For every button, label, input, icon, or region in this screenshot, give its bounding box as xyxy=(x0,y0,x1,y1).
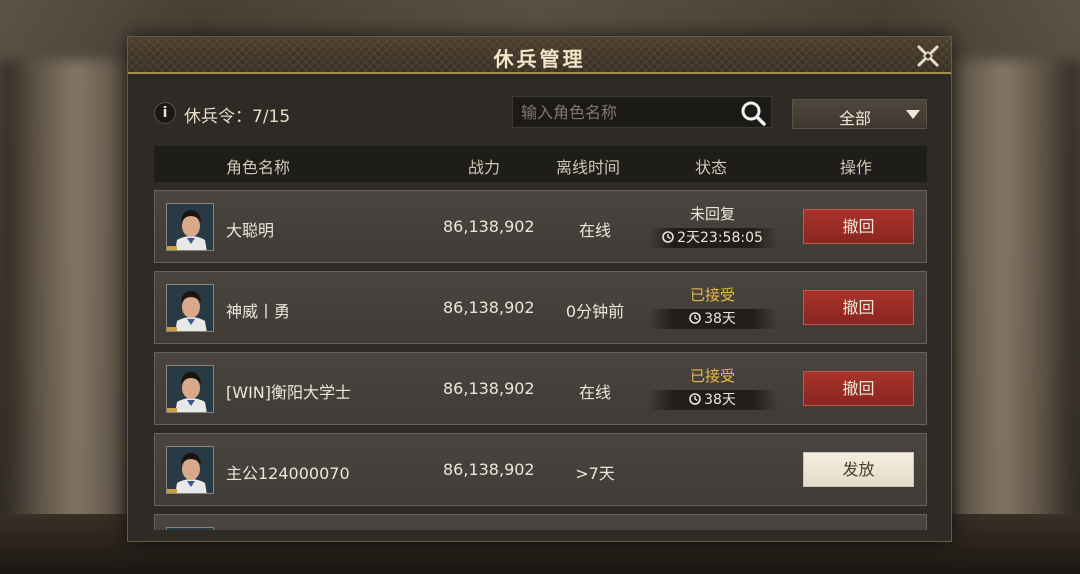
filter-dropdown[interactable]: 全部 xyxy=(792,99,927,129)
search-icon[interactable] xyxy=(739,99,767,127)
player-name: [WIN]衡阳大学士 xyxy=(226,383,351,402)
search-input[interactable] xyxy=(513,97,737,127)
status-timer: 38天 xyxy=(647,309,778,329)
player-power: 86,138,902 xyxy=(443,217,535,236)
player-name: 大聪明 xyxy=(226,221,275,240)
clock-icon xyxy=(689,393,701,405)
background-pillar-left xyxy=(0,60,128,530)
status-text: 已接受 xyxy=(689,286,735,304)
status-cell: 未回复 2天23:58:05 xyxy=(645,203,780,248)
timer-value: 2天23:58:05 xyxy=(677,230,763,246)
player-power: 86,138,902 xyxy=(443,460,535,479)
search-box xyxy=(512,96,772,128)
player-name: 神威丨勇 xyxy=(226,302,291,321)
truce-management-dialog: 休兵管理 i 休兵令：7/15 全部 角色名称 战力 离 xyxy=(127,36,952,542)
chevron-down-icon xyxy=(906,110,920,119)
timer-value: 38天 xyxy=(704,311,736,327)
player-list[interactable]: 大聪明 86,138,902 在线 未回复 2天23:58:05 撤回 神威丨勇… xyxy=(154,190,927,530)
header-action: 操作 xyxy=(840,158,873,177)
table-row: [WIN]衡阳大学士 86,138,902 在线 已接受 38天 撤回 xyxy=(154,352,927,425)
header-name: 角色名称 xyxy=(226,158,291,177)
player-name: 主公124000070 xyxy=(226,464,350,483)
close-icon[interactable] xyxy=(915,43,941,69)
header-power: 战力 xyxy=(468,158,501,177)
table-row: 神威丨勇 86,138,902 0分钟前 已接受 38天 撤回 xyxy=(154,271,927,344)
avatar xyxy=(166,446,214,494)
status-timer: 38天 xyxy=(647,390,778,410)
issue-button[interactable]: 发放 xyxy=(803,452,914,487)
table-header: 角色名称 战力 离线时间 状态 操作 xyxy=(154,146,927,182)
table-row xyxy=(154,514,927,530)
avatar xyxy=(166,284,214,332)
timer-value: 38天 xyxy=(704,392,736,408)
recall-button[interactable]: 撤回 xyxy=(803,371,914,406)
background-pillar-right xyxy=(952,60,1080,530)
recall-button[interactable]: 撤回 xyxy=(803,290,914,325)
avatar xyxy=(166,527,214,530)
avatar xyxy=(166,365,214,413)
offline-time: >7天 xyxy=(575,464,615,483)
status-text: 已接受 xyxy=(689,367,735,385)
table-row: 主公124000070 86,138,902 >7天 发放 xyxy=(154,433,927,506)
status-text: 未回复 xyxy=(689,205,735,223)
avatar xyxy=(166,203,214,251)
recall-button[interactable]: 撤回 xyxy=(803,209,914,244)
header-offline-time: 离线时间 xyxy=(556,158,621,177)
dialog-titlebar: 休兵管理 xyxy=(128,37,951,74)
player-power: 86,138,902 xyxy=(443,298,535,317)
offline-time: 0分钟前 xyxy=(565,302,625,321)
filter-value: 全部 xyxy=(839,109,872,128)
toolbar: i 休兵令：7/15 全部 xyxy=(128,74,951,144)
status-cell: 已接受 38天 xyxy=(645,284,780,329)
offline-time: 在线 xyxy=(578,383,611,402)
clock-icon xyxy=(689,312,701,324)
dialog-title: 休兵管理 xyxy=(493,47,586,71)
table-row: 大聪明 86,138,902 在线 未回复 2天23:58:05 撤回 xyxy=(154,190,927,263)
status-timer: 2天23:58:05 xyxy=(647,228,778,248)
header-status: 状态 xyxy=(695,158,728,177)
player-power: 86,138,902 xyxy=(443,379,535,398)
truce-token-count: 休兵令：7/15 xyxy=(184,107,291,127)
status-cell: 已接受 38天 xyxy=(645,365,780,410)
offline-time: 在线 xyxy=(578,221,611,240)
info-icon[interactable]: i xyxy=(154,102,176,124)
clock-icon xyxy=(662,231,674,243)
